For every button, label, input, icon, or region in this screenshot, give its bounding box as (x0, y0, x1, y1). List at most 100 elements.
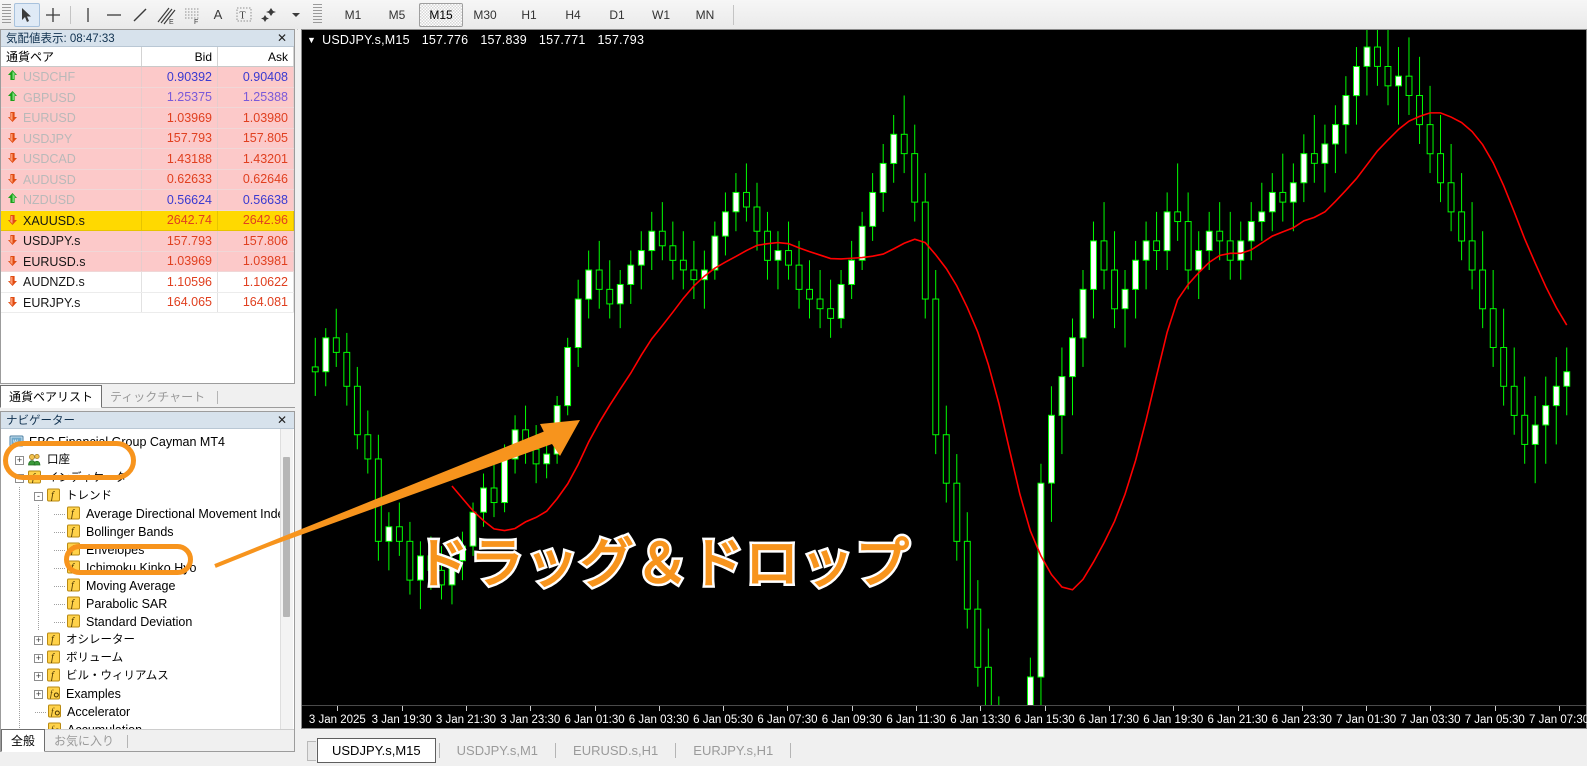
table-row[interactable]: USDJPY.s 157.793 157.806 (1, 230, 294, 252)
tree-expander-plus-icon[interactable]: + (34, 671, 43, 681)
time-axis-tick-label: 3 Jan 2025 (308, 714, 366, 726)
shapes-dropdown-arrow-icon[interactable] (283, 3, 309, 27)
vertical-line-tool-button[interactable] (75, 3, 101, 27)
shapes-tool-button[interactable] (257, 3, 283, 27)
table-row[interactable]: USDJPY 157.793 157.805 (1, 128, 294, 149)
tree-item-[interactable]: - f インディケータ (5, 469, 294, 487)
timeframe-toolbar-grip[interactable] (313, 4, 322, 25)
tree-item-label: トレンド (66, 490, 112, 502)
navigator-scrollbar[interactable] (280, 429, 293, 747)
time-axis-tick-mark (1237, 706, 1239, 711)
tree-item-bollinger-bands[interactable]: f Bollinger Bands (5, 523, 294, 541)
table-row[interactable]: USDCAD 1.43188 1.43201 (1, 148, 294, 170)
cell-pair: NZDUSD (1, 189, 142, 211)
column-header-ask[interactable]: Ask (217, 47, 294, 67)
tree-expander-plus-icon[interactable]: + (15, 455, 24, 465)
tree-connector (53, 559, 66, 577)
tree-expander-plus-icon[interactable]: + (34, 653, 43, 663)
tree-item-envelopes[interactable]: f Envelopes (5, 541, 294, 559)
chart-tab-divider (675, 743, 677, 758)
cell-ask: 1.25388 (217, 87, 294, 108)
column-header-bid[interactable]: Bid (141, 47, 218, 67)
close-icon[interactable]: ✕ (274, 414, 290, 426)
table-row[interactable]: AUDNZD.s 1.10596 1.10622 (1, 271, 294, 293)
time-axis-tick-mark (1494, 706, 1496, 711)
text-tool-button[interactable]: A (205, 3, 231, 27)
tree-item-ichimoku-kinko-hyo[interactable]: f Ichimoku Kinko Hyo (5, 559, 294, 577)
tree-expander-minus-icon[interactable]: - (15, 473, 24, 483)
crosshair-tool-button[interactable] (40, 3, 66, 27)
column-header-pair[interactable]: 通貨ペア (1, 47, 142, 67)
table-row[interactable]: USDCHF 0.90392 0.90408 (1, 66, 294, 88)
navigator-scrollbar-thumb[interactable] (283, 457, 290, 617)
indicator-icon: f (66, 614, 86, 631)
direction-arrow-icon (6, 192, 23, 206)
equidistant-channel-tool-button[interactable]: E (153, 3, 179, 27)
tree-item-[interactable]: + f オシレーター (5, 631, 294, 649)
tree-item-parabolic-sar[interactable]: f Parabolic SAR (5, 595, 294, 613)
chart-tab-3[interactable]: EURJPY.s,H1 (679, 739, 787, 762)
tree-expander-plus-icon[interactable]: + (34, 689, 43, 699)
tree-item-root[interactable]: W EBC Financial Group Cayman MT4 (5, 433, 294, 451)
cell-pair: GBPUSD (1, 87, 142, 108)
indicator-icon: f (46, 488, 66, 505)
chart-tab-1[interactable]: USDJPY.s,M1 (443, 739, 552, 762)
cell-pair: AUDNZD.s (1, 271, 142, 293)
timeframe-button-m30[interactable]: M30 (463, 3, 507, 27)
trendline-tool-button[interactable] (127, 3, 153, 27)
timeframe-button-m5[interactable]: M5 (375, 3, 419, 27)
indicator-icon: f (46, 650, 66, 667)
cursor-tool-button[interactable] (14, 2, 40, 27)
chart-tab-2[interactable]: EURUSD.s,H1 (559, 739, 672, 762)
direction-arrow-icon (6, 90, 23, 104)
table-row[interactable]: EURJPY.s 164.065 164.081 (1, 292, 294, 313)
market-watch-tab-1[interactable]: ティックチャート (102, 386, 213, 407)
table-row[interactable]: XAUUSD.s 2642.74 2642.96 (1, 210, 294, 231)
text-label-tool-button[interactable]: T (231, 3, 257, 27)
tree-expander-minus-icon[interactable]: - (34, 491, 43, 501)
close-icon[interactable]: ✕ (274, 32, 290, 44)
timeframe-button-m15[interactable]: M15 (419, 2, 463, 27)
table-row[interactable]: AUDUSD 0.62633 0.62646 (1, 169, 294, 190)
table-row[interactable]: EURUSD.s 1.03969 1.03981 (1, 251, 294, 272)
timeframe-button-m1[interactable]: M1 (331, 3, 375, 27)
timeframe-button-w1[interactable]: W1 (639, 3, 683, 27)
timeframe-button-h4[interactable]: H4 (551, 3, 595, 27)
table-row[interactable]: GBPUSD 1.25375 1.25388 (1, 87, 294, 108)
timeframe-button-h1[interactable]: H1 (507, 3, 551, 27)
table-row[interactable]: EURUSD 1.03969 1.03980 (1, 107, 294, 129)
cell-bid: 2642.74 (141, 210, 218, 231)
svg-text:T: T (240, 11, 246, 22)
tree-item-standard-deviation[interactable]: f Standard Deviation (5, 613, 294, 631)
tree-item-accelerator[interactable]: f Accelerator (5, 703, 294, 721)
tree-item-label: インディケータ (47, 472, 127, 484)
tree-item-[interactable]: - f トレンド (5, 487, 294, 505)
price-chart[interactable]: ▼ USDJPY.s,M15 157.776 157.839 157.771 1… (301, 29, 1587, 729)
timeframe-button-d1[interactable]: D1 (595, 3, 639, 27)
direction-arrow-icon (6, 233, 23, 247)
table-row[interactable]: NZDUSD 0.56624 0.56638 (1, 189, 294, 211)
chart-menu-caret-icon[interactable]: ▼ (307, 35, 316, 45)
tree-item-[interactable]: + 口座 (5, 451, 294, 469)
svg-text:W: W (13, 439, 18, 445)
tree-item-moving-average[interactable]: f Moving Average (5, 577, 294, 595)
chart-close-value: 157.793 (597, 32, 645, 47)
indicator-icon: f (66, 542, 86, 559)
navigator-tab-0[interactable]: 全般 (1, 729, 46, 752)
navigator-tab-1[interactable]: お気に入り (45, 730, 123, 751)
chart-tabs-scroll-left[interactable] (307, 740, 316, 761)
toolbar-grip[interactable] (2, 4, 11, 25)
chart-tab-0[interactable]: USDJPY.s,M15 (317, 738, 436, 763)
tree-item-average-directional-movement-inde[interactable]: f Average Directional Movement Inde (5, 505, 294, 523)
market-watch-tab-0[interactable]: 通貨ペアリスト (0, 385, 103, 408)
horizontal-line-tool-button[interactable] (101, 3, 127, 27)
timeframe-button-mn[interactable]: MN (683, 3, 727, 27)
time-axis-tick-label: 6 Jan 05:30 (693, 714, 754, 726)
tree-item-examples[interactable]: + f Examples (5, 685, 294, 703)
fibonacci-retracement-tool-button[interactable]: F (179, 3, 205, 27)
cell-bid: 164.065 (141, 292, 218, 313)
time-axis-tick-label: 6 Jan 15:30 (1014, 714, 1075, 726)
tree-item-[interactable]: + f ボリューム (5, 649, 294, 667)
tree-item-[interactable]: + f ビル・ウィリアムス (5, 667, 294, 685)
tree-expander-plus-icon[interactable]: + (34, 635, 43, 645)
